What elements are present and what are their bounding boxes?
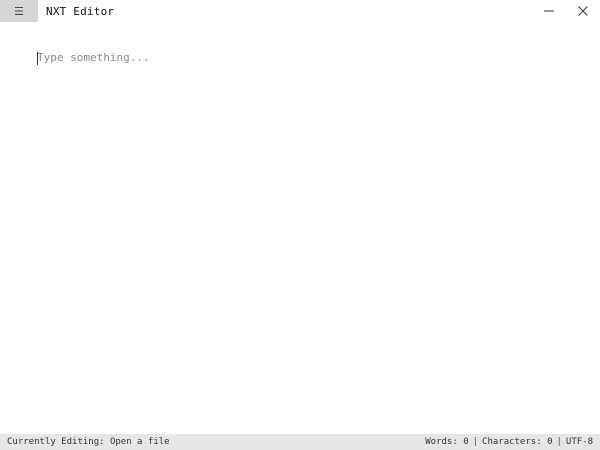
editing-value: Open a file: [109, 437, 170, 447]
editing-label: Currently Editing:: [7, 437, 105, 447]
current-file-status: Currently Editing: Open a file: [7, 437, 170, 447]
close-icon: [578, 6, 588, 16]
document-stats: Words: 0 | Characters: 0 | UTF-8: [425, 437, 593, 447]
editor-window: ☰ NXT Editor Currently Editing: Open a f…: [0, 0, 600, 450]
close-button[interactable]: [566, 0, 600, 22]
characters-label: Characters:: [482, 437, 542, 447]
app-title: NXT Editor: [46, 4, 115, 18]
encoding-indicator[interactable]: UTF-8: [566, 437, 593, 447]
title-bar: ☰ NXT Editor: [0, 0, 600, 22]
editor-area: [0, 22, 600, 434]
words-label: Words:: [425, 437, 458, 447]
menu-button[interactable]: ☰: [0, 0, 38, 22]
characters-count: 0: [547, 437, 553, 447]
minimize-icon: [544, 10, 554, 12]
status-separator: |: [472, 437, 479, 447]
status-separator: |: [556, 437, 562, 447]
hamburger-menu-icon: ☰: [14, 4, 24, 18]
minimize-button[interactable]: [532, 0, 566, 22]
editor-text-input[interactable]: [37, 50, 577, 410]
status-bar: Currently Editing: Open a file Words: 0 …: [0, 434, 600, 450]
text-caret: [37, 52, 38, 65]
window-controls: [532, 0, 600, 22]
words-count: 0: [463, 437, 469, 447]
